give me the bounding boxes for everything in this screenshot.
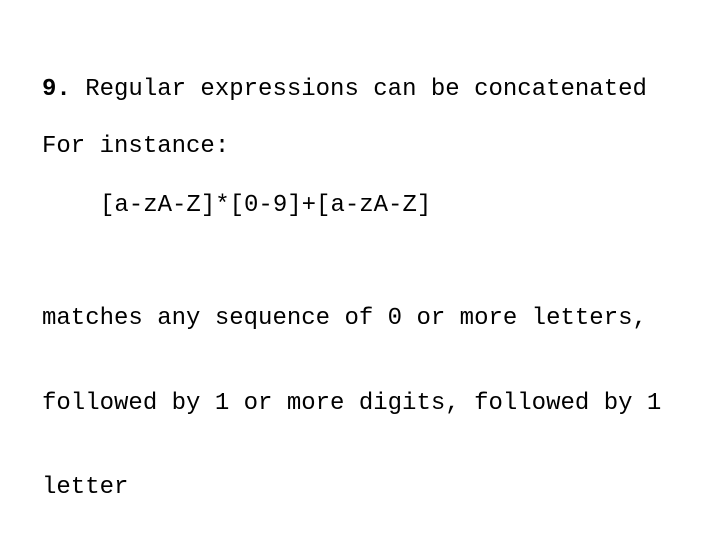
description-line: matches any sequence of 0 or more letter… [42, 305, 647, 332]
slide-heading: 9. Regular expressions can be concatenat… [42, 76, 647, 104]
regex-example: [a-zA-Z]*[0-9]+[a-zA-Z] [100, 192, 432, 219]
description-line: letter [42, 474, 129, 501]
description-line: followed by 1 or more digits, followed b… [42, 389, 662, 417]
heading-text: Regular expressions can be concatenated [70, 76, 647, 103]
intro-text: For instance: [42, 133, 230, 160]
description: matches any sequence of 0 or more letter… [42, 249, 661, 559]
item-number: 9. [42, 76, 71, 103]
